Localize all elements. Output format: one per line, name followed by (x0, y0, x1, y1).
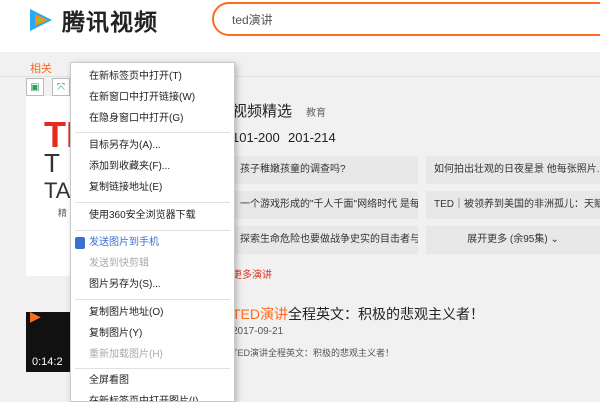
more-link[interactable]: 更多演讲 (232, 266, 272, 281)
episode-range-tab[interactable]: 201-214 (288, 130, 336, 145)
menu-separator (75, 202, 230, 203)
episode-tile[interactable]: TED｜被领养到美国的非洲孤儿：天赋... (426, 191, 600, 219)
menu-item-fullscreen-view[interactable]: 全屏看图 (71, 371, 234, 391)
ted-title-letters: TA (44, 178, 71, 203)
ted-title-letter: T (44, 148, 60, 178)
video-duration: 0:14:2 (32, 356, 63, 368)
section-tag: 教育 (306, 108, 326, 119)
menu-item-send-to-phone-label: 发送图片到手机 (89, 237, 159, 248)
site-logo[interactable]: 腾讯视频 (26, 3, 158, 37)
menu-separator (75, 230, 230, 231)
episode-tile[interactable]: 如何拍出壮观的日夜星景 他每张照片... (426, 156, 600, 184)
video-title-rest: 全程英文：积极的悲观主义者！ (288, 306, 484, 322)
menu-item-open-new-window[interactable]: 在新窗口中打开链接(W) (71, 88, 234, 108)
menu-item-copy-link[interactable]: 复制链接地址(E) (71, 178, 234, 198)
video-title[interactable]: TED演讲全程英文：积极的悲观主义者！ (232, 304, 484, 324)
video-date: 2017-09-21 (232, 326, 284, 337)
phone-icon (75, 237, 85, 249)
chevron-down-icon: ⌄ (550, 234, 559, 245)
episode-tile[interactable]: 探索生命危险也要做战争史实的目击者与中... (232, 226, 418, 254)
menu-separator (75, 299, 230, 300)
save-image-icon[interactable]: ▣ (26, 78, 44, 96)
menu-item-copy-image-address[interactable]: 复制图片地址(O) (71, 303, 234, 323)
menu-item-save-target[interactable]: 目标另存为(A)... (71, 136, 234, 156)
expand-more-label: 展开更多 (余95集) (467, 234, 548, 245)
expand-more-button[interactable]: 展开更多 (余95集) ⌄ (426, 226, 600, 254)
menu-separator (75, 132, 230, 133)
expand-image-icon[interactable]: ⤧ (52, 78, 70, 96)
breadcrumb-related[interactable]: 相关 (30, 60, 52, 76)
video-description: TED演讲全程英文：积极的悲观主义者！ (232, 348, 395, 358)
menu-separator (75, 368, 230, 369)
menu-item-open-new-tab[interactable]: 在新标签页中打开(T) (71, 67, 234, 87)
episode-tile[interactable]: 孩子稚嫩孩童的调查吗? (232, 156, 418, 184)
search-value: ted演讲 (232, 13, 273, 27)
logo-text: 腾讯视频 (62, 10, 158, 36)
menu-item-download-360[interactable]: 使用360安全浏览器下载 (71, 206, 234, 226)
menu-item-open-incognito[interactable]: 在隐身窗口中打开(G) (71, 109, 234, 129)
menu-item-reload-image: 重新加载图片(H) (89, 349, 163, 360)
menu-item-copy-image[interactable]: 复制图片(Y) (71, 324, 234, 344)
tencent-video-logo-icon (30, 9, 52, 31)
image-toolbar: ▣ ⤧ (26, 78, 70, 96)
episode-tile[interactable]: 一个游戏形成的"千人千面"网络时代 是每个人... (232, 191, 418, 219)
menu-item-send-to-clip: 发送到快剪辑 (89, 258, 149, 269)
episode-range-tab[interactable]: 101-200 (232, 130, 280, 145)
ted-small-text: 精 (58, 208, 68, 218)
menu-item-send-to-phone[interactable]: 发送图片到手机 (71, 233, 234, 253)
menu-item-open-image-new-tab[interactable]: 在新标签页中打开图片(I) (71, 392, 234, 401)
video-title-highlight: TED演讲 (232, 306, 288, 322)
menu-item-save-image[interactable]: 图片另存为(S)... (71, 275, 234, 295)
ted-thumbnail[interactable]: TE T TA 精 (26, 96, 76, 276)
context-menu: 在新标签页中打开(T) 在新窗口中打开链接(W) 在隐身窗口中打开(G) 目标另… (70, 62, 235, 402)
play-icon: ▶ (30, 308, 41, 324)
menu-item-add-favorites[interactable]: 添加到收藏夹(F)... (71, 157, 234, 177)
search-input[interactable]: ted演讲 (212, 2, 600, 36)
section-title: 视频精选 (232, 103, 293, 120)
